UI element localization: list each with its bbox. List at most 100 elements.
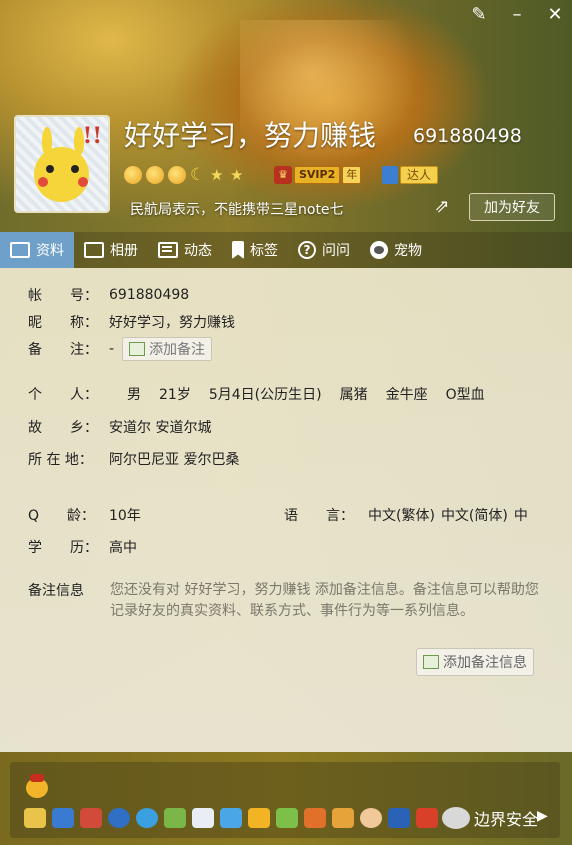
sun-icon — [146, 166, 164, 184]
avatar-cheek-left — [38, 177, 48, 187]
age-value: 21岁 — [159, 387, 191, 403]
nickname-value: 好好学习，努力赚钱 — [109, 315, 235, 331]
photo-album-icon — [84, 242, 104, 258]
gender-value: 男 — [127, 387, 141, 403]
level2-icon[interactable] — [276, 808, 298, 828]
star-sign-value: 金牛座 — [385, 387, 428, 403]
qage-row: Q 龄： 10年 — [28, 505, 141, 525]
share-icon[interactable]: ⇗ — [430, 196, 454, 218]
language-value: 中文(简体) — [440, 508, 508, 524]
account-value: 691880498 — [109, 287, 190, 303]
minimize-icon[interactable]: – — [508, 6, 526, 24]
add-note-info-button[interactable]: 添加备注信息 — [416, 648, 534, 676]
avatar-pikachu — [34, 147, 89, 202]
paipai-icon[interactable] — [136, 808, 158, 828]
avatar-eye-left — [46, 165, 54, 173]
location-label: 所 在 地： — [28, 452, 93, 468]
add-friend-button[interactable]: 加为好友 — [469, 193, 555, 221]
svip-crown-icon: ♛ — [274, 166, 292, 184]
tab-album[interactable]: 相册 — [74, 232, 148, 268]
education-row: 学 历： 高中 — [28, 537, 137, 557]
star-icon: ★ — [230, 166, 244, 184]
bird-icon[interactable] — [220, 808, 242, 828]
note-info-label: 备注信息 — [28, 583, 84, 599]
add-note-info-label: 添加备注信息 — [443, 655, 527, 671]
qq-duck-icon[interactable] — [26, 774, 48, 798]
face-icon[interactable] — [360, 808, 382, 828]
remark-value: - — [109, 341, 115, 357]
note-info-hint: 您还没有对 好好学习，努力赚钱 添加备注信息。备注信息可以帮助您记录好友的真实资… — [110, 582, 539, 619]
language-value: 中 — [513, 508, 528, 524]
add-remark-label: 添加备注 — [149, 342, 206, 358]
note-icon — [129, 342, 146, 356]
brush-icon[interactable]: ✎ — [470, 6, 488, 24]
camera-icon[interactable] — [52, 808, 74, 828]
phone-icon[interactable] — [388, 808, 410, 828]
speed-icon[interactable] — [304, 808, 326, 828]
wechat-icon — [442, 807, 470, 829]
tab-tags[interactable]: 标签 — [222, 232, 288, 268]
window-controls: ✎ – ✕ — [470, 6, 564, 24]
tab-feed[interactable]: 动态 — [148, 232, 222, 268]
dance-icon[interactable] — [416, 808, 438, 828]
hometown-value: 安道尔 安道尔城 — [109, 420, 212, 436]
note-info-row: 备注信息 — [28, 580, 109, 600]
tab-label: 标签 — [250, 243, 278, 259]
music-icon[interactable] — [164, 808, 186, 828]
svip-badge[interactable]: ♛ SVIP2 年 — [274, 166, 362, 184]
nickname-row: 昵 称： 好好学习，努力赚钱 — [28, 312, 235, 332]
location-value: 阿尔巴尼亚 爱尔巴桑 — [109, 452, 240, 468]
tab-questions[interactable]: ? 问问 — [288, 232, 360, 268]
close-icon[interactable]: ✕ — [546, 6, 564, 24]
profile-details: 帐 号： 691880498 昵 称： 好好学习，努力赚钱 备 注： - 添加备… — [0, 268, 572, 752]
qq-level[interactable]: ☾ ★ ★ — [124, 166, 246, 184]
daren-badge[interactable]: 达人 — [382, 166, 439, 184]
hometown-row: 故 乡： 安道尔 安道尔城 — [28, 417, 211, 437]
star-service-icon[interactable] — [24, 808, 46, 828]
location-row: 所 在 地： 阿尔巴尼亚 爱尔巴桑 — [28, 449, 239, 469]
account-label: 帐 号： — [28, 288, 98, 304]
note-icon — [423, 655, 439, 669]
house-icon[interactable] — [332, 808, 354, 828]
pet-icon — [370, 241, 388, 259]
profile-nickname: 好好学习，努力赚钱 — [124, 119, 377, 152]
profile-qq-number: 691880498 — [413, 125, 522, 147]
avatar-exclamation: !! — [82, 123, 102, 149]
profile-card-icon — [10, 242, 30, 258]
qage-value: 10年 — [109, 508, 141, 524]
personal-row: 个 人： 男 21岁 5月4日(公历生日) 属猪 金牛座 O型血 — [28, 384, 503, 404]
mail-icon[interactable] — [192, 808, 214, 828]
remark-row: 备 注： - 添加备注 — [28, 337, 213, 361]
sun-icon — [168, 166, 186, 184]
tab-label: 问问 — [322, 243, 350, 259]
education-value: 高中 — [109, 540, 137, 556]
tab-pet[interactable]: 宠物 — [360, 232, 432, 268]
daren-label: 达人 — [400, 166, 439, 184]
education-label: 学 历： — [28, 540, 98, 556]
avatar-eye-right — [71, 165, 79, 173]
zodiac-value: 属猪 — [339, 387, 368, 403]
shield-icon[interactable] — [108, 808, 130, 828]
watermark-text: 边界安全 — [474, 810, 539, 829]
tab-label: 动态 — [184, 243, 212, 259]
language-label: 语 言： — [284, 508, 354, 524]
language-value: 中文(繁体) — [368, 508, 435, 524]
account-row: 帐 号： 691880498 — [28, 285, 189, 305]
avatar[interactable]: !! — [14, 115, 110, 213]
tab-profile[interactable]: 资料 — [0, 232, 74, 268]
tab-label: 相册 — [110, 243, 138, 259]
moon-icon: ☾ — [190, 165, 206, 185]
watermark: 边界安全 — [442, 806, 538, 830]
language-row: 语 言： 中文(繁体) 中文(简体) 中 — [284, 505, 528, 525]
tab-label: 资料 — [36, 243, 64, 259]
profile-window: ✎ – ✕ !! 好好学习，努力赚钱 691880498 ☾ ★ ★ ♛ SVI… — [0, 0, 572, 845]
chevron-right-icon[interactable]: ▶ — [537, 808, 548, 824]
wallet-icon[interactable] — [248, 808, 270, 828]
service-icons — [24, 808, 438, 828]
game-icon[interactable] — [80, 808, 102, 828]
add-remark-button[interactable]: 添加备注 — [122, 337, 213, 361]
sun-icon — [124, 166, 142, 184]
bottom-bar — [0, 752, 572, 845]
bookmark-icon — [232, 241, 244, 259]
tab-label: 宠物 — [394, 243, 422, 259]
